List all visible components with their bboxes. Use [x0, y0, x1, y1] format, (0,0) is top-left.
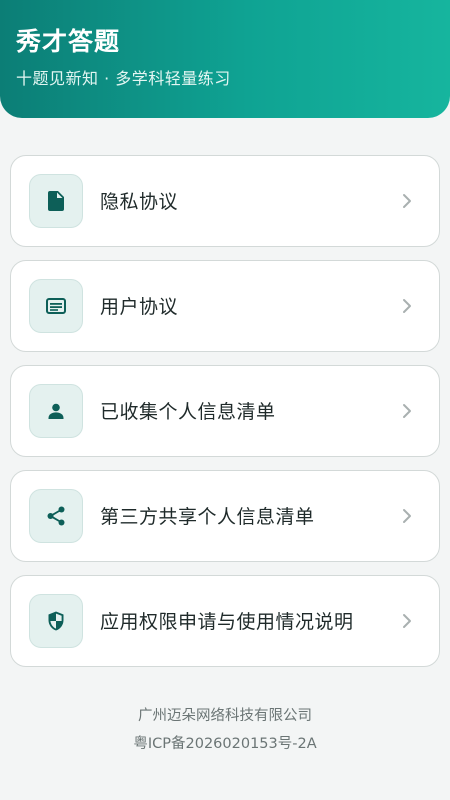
app-title: 秀才答题	[16, 27, 121, 56]
menu-item-third-party-sharing[interactable]: 第三方共享个人信息清单	[10, 470, 440, 562]
chevron-right-icon	[399, 401, 415, 421]
menu-item-label: 第三方共享个人信息清单	[100, 506, 315, 528]
menu-item-label: 已收集个人信息清单	[100, 401, 276, 423]
share-icon	[29, 489, 83, 543]
footer: 广州迈朵网络科技有限公司 粤ICP备2026020153号-2A	[0, 702, 450, 758]
menu-item-label: 隐私协议	[100, 191, 179, 213]
menu-item-collected-info[interactable]: 已收集个人信息清单	[10, 365, 440, 457]
chevron-right-icon	[399, 611, 415, 631]
chevron-right-icon	[399, 191, 415, 211]
app-header: 秀才答题 十题见新知 · 多学科轻量练习	[0, 0, 450, 118]
person-icon	[29, 384, 83, 438]
document-icon	[29, 174, 83, 228]
menu-item-label: 用户协议	[100, 296, 179, 318]
menu-item-permissions[interactable]: 应用权限申请与使用情况说明	[10, 575, 440, 667]
app-subtitle: 十题见新知 · 多学科轻量练习	[16, 69, 231, 88]
menu-item-user-agreement[interactable]: 用户协议	[10, 260, 440, 352]
card-text-icon	[29, 279, 83, 333]
company-name: 广州迈朵网络科技有限公司	[138, 708, 312, 724]
menu-item-privacy-policy[interactable]: 隐私协议	[10, 155, 440, 247]
settings-menu: 隐私协议 用户协议 已收集个人信息清单 第三方共享个人信息清单 应用权限申请与使…	[10, 155, 440, 680]
menu-item-label: 应用权限申请与使用情况说明	[100, 611, 354, 633]
icp-number: 粤ICP备2026020153号-2A	[133, 736, 317, 752]
shield-icon	[29, 594, 83, 648]
chevron-right-icon	[399, 506, 415, 526]
chevron-right-icon	[399, 296, 415, 316]
